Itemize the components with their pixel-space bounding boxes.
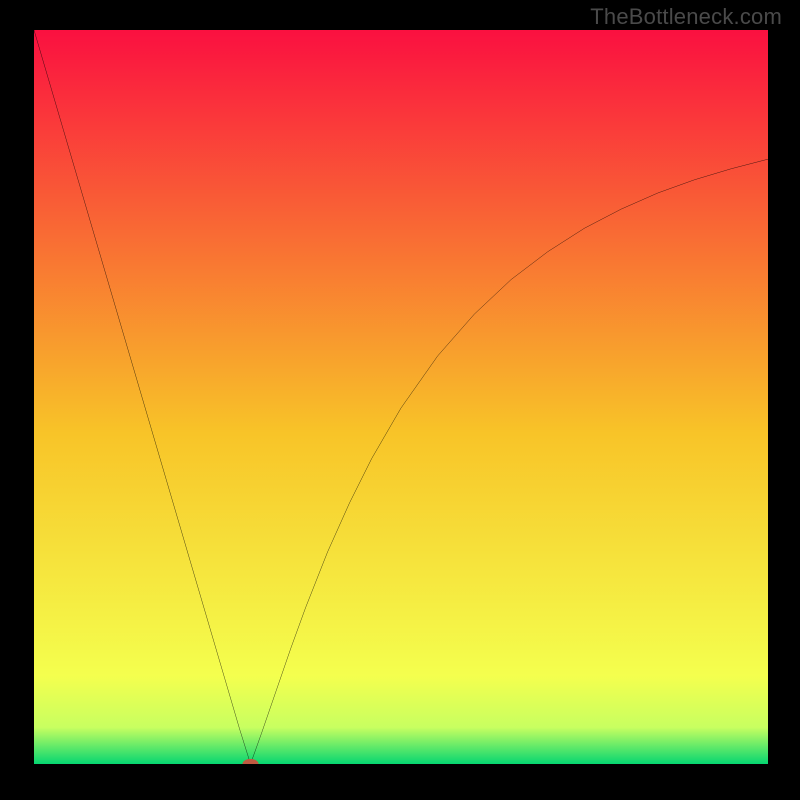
plot-background	[34, 30, 768, 764]
watermark: TheBottleneck.com	[590, 4, 782, 30]
chart-frame: TheBottleneck.com	[0, 0, 800, 800]
bottleneck-chart	[34, 30, 768, 764]
